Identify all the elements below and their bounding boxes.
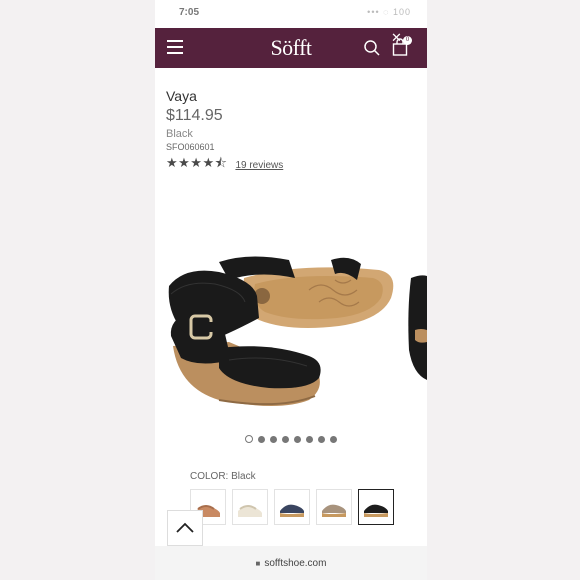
back-to-top-button[interactable] [167,510,203,546]
swatch-white[interactable] [232,489,268,525]
carousel-dot[interactable] [318,436,325,443]
cart-count-badge: 0 [403,36,412,45]
carousel-dot[interactable] [270,436,277,443]
swatch-black[interactable] [358,489,394,525]
carousel-dot[interactable] [245,435,253,443]
browser-url-bar[interactable]: ■ sofftshoe.com [155,546,427,580]
color-selector-label: COLOR: Black [190,471,256,482]
rating-row: ★★★★⯪ 19 reviews [166,155,283,172]
color-swatches [190,489,394,525]
carousel-dot[interactable] [330,436,337,443]
reviews-link[interactable]: 19 reviews [235,160,283,171]
carousel-dot[interactable] [258,436,265,443]
swatch-taupe[interactable] [316,489,352,525]
status-bar: 7:05 ••• ◌ 100 [155,0,427,28]
product-color: Black [166,128,193,140]
carousel-dot[interactable] [306,436,313,443]
phone-screen: 7:05 ••• ◌ 100 Söfft ✕ 0 Vaya $114.95 Bl… [155,0,427,580]
swatch-navy[interactable] [274,489,310,525]
lock-icon: ■ [255,558,261,568]
status-time: 7:05 [179,7,200,18]
status-icons: ••• ◌ 100 [367,7,411,17]
star-rating-icon: ★★★★⯪ [166,155,228,170]
carousel-dot[interactable] [294,436,301,443]
search-icon[interactable] [363,39,381,57]
close-icon[interactable]: ✕ [391,30,402,46]
brand-logo[interactable]: Söfft [155,35,427,61]
carousel-dot[interactable] [282,436,289,443]
product-image[interactable] [159,250,427,420]
carousel-dots [155,430,427,448]
product-price: $114.95 [166,107,223,124]
product-sku: SFO060601 [166,142,215,152]
url-text: sofftshoe.com [264,557,327,569]
product-title: Vaya [166,88,197,104]
site-header: Söfft ✕ 0 [155,28,427,68]
chevron-up-icon [176,522,194,533]
